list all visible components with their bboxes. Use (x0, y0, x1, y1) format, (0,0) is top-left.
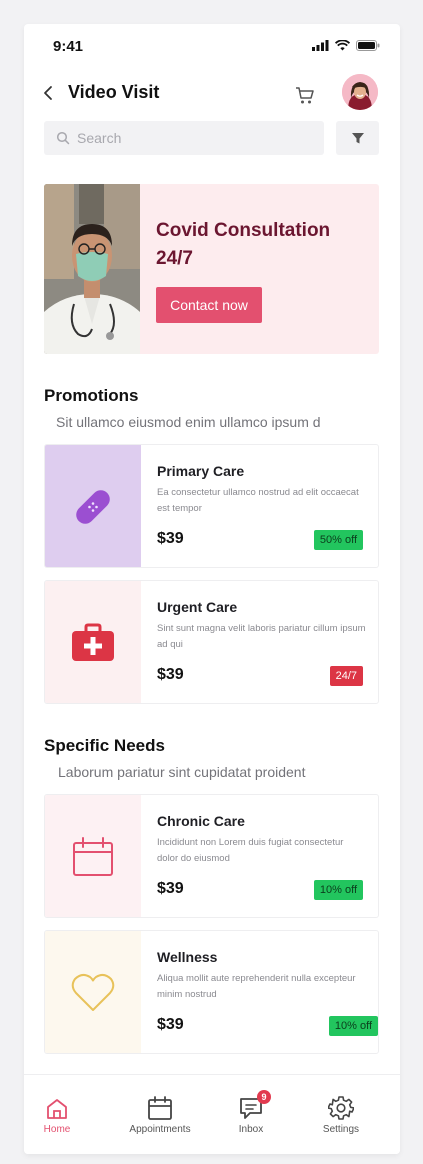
specific-needs-subtitle: Laborum pariatur sint cupidatat proident (58, 764, 306, 780)
heart-icon (71, 973, 115, 1011)
avatar[interactable] (342, 74, 378, 110)
calendar-icon (148, 1096, 172, 1120)
first-aid-kit-icon (72, 623, 114, 661)
card-media (45, 931, 141, 1053)
phone-screen: 9:41 Video Visit Search Covid Consultati… (24, 24, 400, 1154)
card-title: Chronic Care (157, 813, 245, 829)
home-icon (47, 1099, 67, 1119)
covid-consultation-banner: Covid Consultation 24/7 Contact now (44, 184, 379, 354)
wifi-icon (335, 40, 350, 51)
search-bar[interactable] (44, 121, 324, 155)
filter-button[interactable] (336, 121, 379, 155)
gear-icon (328, 1096, 354, 1120)
card-title: Primary Care (157, 463, 245, 479)
card-media (45, 795, 141, 917)
card-price: $39 (157, 1016, 184, 1033)
page-title: Video Visit (68, 82, 160, 102)
needs-card-wellness[interactable]: Wellness Aliqua mollit aute reprehenderi… (44, 930, 379, 1054)
app-bar: Video Visit (24, 74, 400, 114)
discount-badge: 50% off (313, 530, 363, 550)
card-title: Wellness (157, 949, 218, 965)
status-icons (312, 40, 380, 51)
card-price: $39 (157, 530, 184, 547)
nav-item-settings[interactable]: Settings (301, 1093, 381, 1135)
doctor-photo (44, 184, 140, 354)
nav-icon-wrap: 9 (211, 1090, 291, 1121)
cart-button[interactable] (294, 84, 316, 106)
card-price: $39 (157, 880, 184, 897)
nav-icon-wrap (120, 1093, 200, 1121)
back-button[interactable] (38, 82, 60, 104)
search-icon (56, 131, 70, 145)
battery-icon (356, 40, 380, 51)
specific-needs-title: Specific Needs (44, 736, 165, 755)
bandage-icon (76, 490, 110, 524)
availability-badge: 24/7 (329, 666, 363, 686)
nav-icon-wrap (24, 1093, 97, 1121)
inbox-badge: 9 (257, 1090, 271, 1104)
promotion-card-primary-care[interactable]: Primary Care Ea consectetur ullamco nost… (44, 444, 379, 568)
nav-icon-wrap (301, 1093, 381, 1121)
search-input[interactable] (77, 130, 297, 146)
discount-badge: 10% off (328, 1016, 378, 1036)
status-time: 9:41 (53, 38, 84, 55)
nav-label: Appointments (129, 1124, 191, 1135)
card-description: Incididunt non Lorem duis fugiat consect… (157, 837, 344, 864)
nav-label: Settings (322, 1124, 360, 1135)
card-description: Sint sunt magna velit laboris pariatur c… (157, 623, 366, 650)
promotions-title: Promotions (44, 386, 139, 405)
card-media (45, 581, 141, 703)
chevron-left-icon (44, 86, 52, 100)
promotions-subtitle: Sit ullamco eiusmod enim ullamco ipsum d (56, 414, 321, 430)
nav-label: Inbox (238, 1124, 264, 1135)
card-description: Aliqua mollit aute reprehenderit nulla e… (157, 973, 356, 1000)
nav-item-inbox[interactable]: 9 Inbox (211, 1090, 291, 1135)
calendar-icon (73, 837, 113, 876)
user-avatar-image (342, 74, 378, 110)
cart-icon (296, 87, 314, 104)
hero-title: Covid Consultation 24/7 (156, 220, 331, 269)
nav-label: Home (43, 1124, 71, 1135)
nav-item-home[interactable]: Home (24, 1093, 97, 1135)
card-title: Urgent Care (157, 599, 238, 615)
nav-item-appointments[interactable]: Appointments (120, 1093, 200, 1135)
bottom-nav: Home Appointments 9 Inbox Settings (24, 1074, 400, 1154)
contact-now-button[interactable]: Contact now (156, 287, 262, 323)
card-media (45, 445, 141, 567)
filter-icon (351, 133, 364, 144)
status-bar: 9:41 (24, 24, 400, 68)
promotion-card-urgent-care[interactable]: Urgent Care Sint sunt magna velit labori… (44, 580, 379, 704)
discount-badge: 10% off (313, 880, 363, 900)
card-description: Ea consectetur ullamco nostrud ad elit o… (157, 487, 359, 514)
signal-icon (312, 40, 329, 51)
needs-card-chronic-care[interactable]: Chronic Care Incididunt non Lorem duis f… (44, 794, 379, 918)
card-price: $39 (157, 666, 184, 683)
